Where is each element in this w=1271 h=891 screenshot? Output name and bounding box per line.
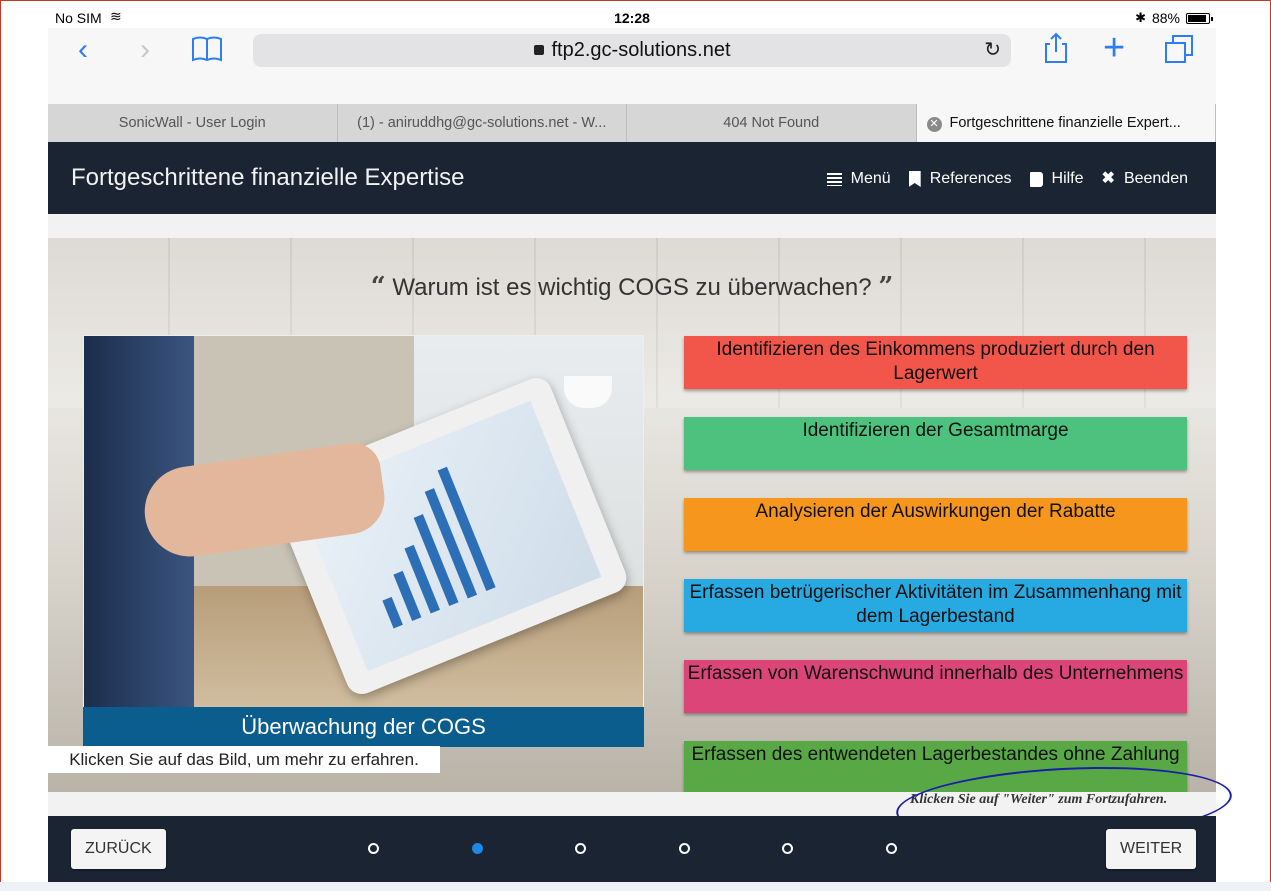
- tab-course[interactable]: ✕ Fortgeschrittene finanzielle Expert...: [916, 104, 1216, 142]
- page-dot[interactable]: [575, 843, 586, 854]
- browser-tabs: SonicWall - User Login (1) - aniruddhg@g…: [48, 104, 1216, 142]
- lock-icon: [533, 45, 544, 55]
- tab-label: Fortgeschrittene finanzielle Expert...: [949, 115, 1181, 131]
- next-button[interactable]: WEITER: [1106, 829, 1197, 869]
- page-dot[interactable]: [471, 843, 483, 854]
- reload-icon[interactable]: ↻: [984, 34, 1001, 67]
- course-nav: Menü References Hilfe ✖ Beenden: [826, 170, 1188, 188]
- battery-status: ✱ 88%: [1135, 10, 1213, 26]
- page-dot[interactable]: [782, 843, 793, 854]
- option-3[interactable]: Analysieren der Auswirkungen der Rabatte: [684, 498, 1187, 551]
- question-text: Warum ist es wichtig COGS zu überwachen?: [392, 274, 872, 301]
- bluetooth-icon: ✱: [1135, 10, 1146, 25]
- image-caption: Überwachung der COGS: [83, 707, 644, 747]
- tabs-overview-icon[interactable]: [1164, 34, 1194, 64]
- clock-time: 12:28: [614, 10, 650, 26]
- battery-percent: 88%: [1151, 10, 1180, 26]
- forward-arrow-icon[interactable]: ›: [140, 30, 150, 70]
- tab-label: (1) - aniruddhg@gc-solutions.net - W...: [357, 115, 607, 131]
- header-divider: [48, 214, 1216, 238]
- page-dot[interactable]: [678, 843, 690, 854]
- close-icon: ✖: [1101, 170, 1115, 187]
- menu-button[interactable]: Menü: [826, 170, 891, 188]
- tab-label: SonicWall - User Login: [118, 115, 266, 131]
- back-arrow-icon[interactable]: ‹: [78, 30, 88, 70]
- close-tab-icon[interactable]: ✕: [926, 117, 942, 132]
- new-tab-icon[interactable]: +: [1103, 28, 1125, 68]
- battery-icon: [1186, 12, 1213, 24]
- help-button[interactable]: Hilfe: [1029, 170, 1084, 188]
- tab-label: 404 Not Found: [723, 115, 820, 131]
- back-button[interactable]: ZURÜCK: [71, 829, 166, 869]
- tab-mail[interactable]: (1) - aniruddhg@gc-solutions.net - W...: [338, 104, 627, 142]
- tab-sonicwall[interactable]: SonicWall - User Login: [48, 104, 338, 142]
- url-text: ftp2.gc-solutions.net: [551, 39, 731, 61]
- option-1[interactable]: Identifizieren des Einkommens produziert…: [684, 336, 1187, 389]
- status-bar: No SIM ≋ 12:28 ✱ 88%: [48, 8, 1216, 28]
- slide-footer: ZURÜCK WEITER: [48, 816, 1216, 882]
- coffee-cup: [564, 376, 612, 408]
- tab-404[interactable]: 404 Not Found: [627, 104, 917, 142]
- share-icon[interactable]: [1043, 32, 1069, 64]
- exit-label: Beenden: [1123, 170, 1188, 187]
- option-2[interactable]: Identifizieren der Gesamtmarge: [684, 417, 1187, 470]
- list-icon: [826, 172, 842, 186]
- book-icon: [1029, 171, 1043, 187]
- page-dot[interactable]: [885, 843, 897, 854]
- exit-button[interactable]: ✖ Beenden: [1102, 170, 1188, 188]
- close-quote-icon: ”: [878, 272, 894, 302]
- frame-bottom: [0, 882, 1271, 891]
- slide-content: “ Warum ist es wichtig COGS zu überwache…: [48, 238, 1216, 792]
- course-header: Fortgeschrittene finanzielle Expertise M…: [48, 142, 1216, 214]
- option-4[interactable]: Erfassen betrügerischer Aktivitäten im Z…: [684, 579, 1187, 632]
- course-title: Fortgeschrittene finanzielle Expertise: [71, 164, 465, 191]
- references-label: References: [929, 170, 1012, 187]
- option-5[interactable]: Erfassen von Warenschwund innerhalb des …: [684, 660, 1187, 713]
- page-dot[interactable]: [368, 843, 379, 854]
- bookmark-icon: [908, 171, 921, 187]
- help-label: Hilfe: [1051, 170, 1084, 187]
- open-quote-icon: “: [370, 272, 386, 302]
- clickable-image[interactable]: [83, 335, 644, 745]
- image-hint: Klicken Sie auf das Bild, um mehr zu erf…: [48, 746, 440, 773]
- address-bar[interactable]: ftp2.gc-solutions.net ↻: [253, 34, 1011, 67]
- references-button[interactable]: References: [908, 170, 1012, 188]
- bookmarks-icon[interactable]: [191, 34, 223, 62]
- browser-toolbar: ‹ › ftp2.gc-solutions.net ↻ +: [48, 28, 1216, 104]
- slide-question: “ Warum ist es wichtig COGS zu überwache…: [48, 272, 1216, 302]
- menu-label: Menü: [850, 170, 891, 187]
- tablet-bar: [382, 596, 403, 629]
